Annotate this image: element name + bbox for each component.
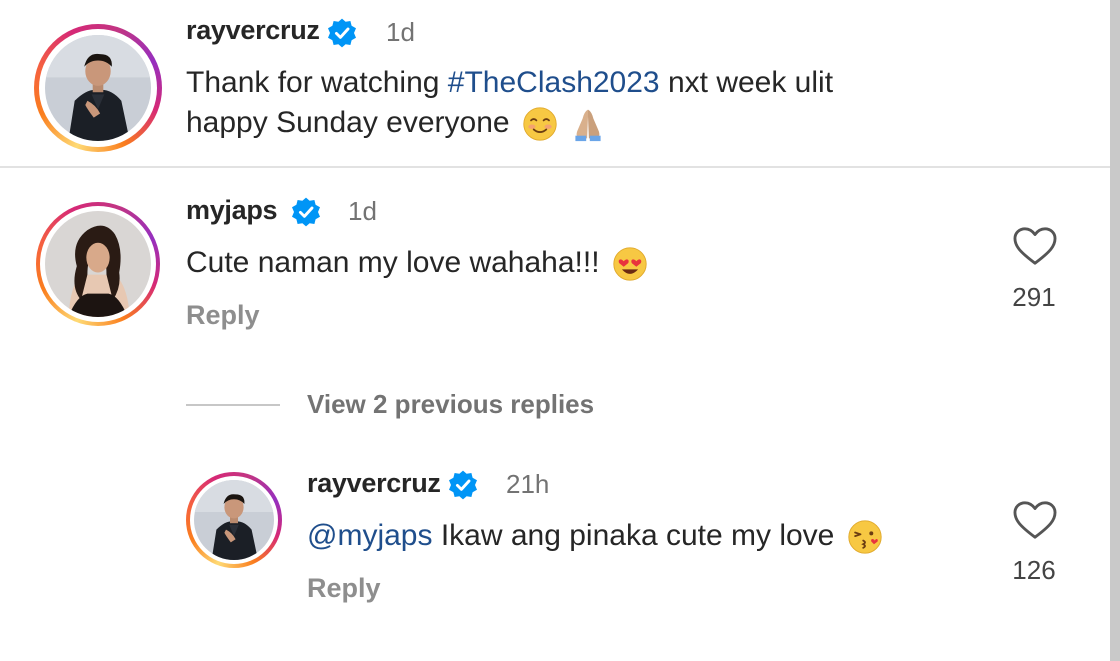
avatar[interactable] (34, 24, 162, 152)
reply-text: @myjaps Ikaw ang pinaka cute my love (307, 516, 883, 556)
comment-timestamp: 1d (348, 196, 377, 226)
hashtag-link[interactable]: #TheClash2023 (448, 66, 660, 99)
avatar[interactable] (36, 202, 160, 326)
like-heart-icon[interactable] (1012, 499, 1058, 541)
reply-timestamp: 21h (506, 469, 550, 499)
mention-link[interactable]: @myjaps (307, 519, 432, 552)
comment-text: Cute naman my love wahaha!!! (186, 243, 648, 283)
post-caption: rayvercruz 1d Thank for watching #TheCla… (0, 0, 1110, 168)
comment-text-content: Cute naman my love wahaha!!! (186, 246, 600, 279)
replies-divider (186, 404, 280, 406)
reply-button[interactable]: Reply (307, 573, 381, 604)
verified-badge-icon (328, 18, 356, 48)
heart-eyes-emoji (612, 246, 648, 282)
caption-username[interactable]: rayvercruz (186, 15, 320, 46)
reply-text-content: Ikaw ang pinaka cute my love (432, 519, 835, 552)
caption-text-line1-suffix: nxt week ulit (659, 66, 834, 99)
caption-text: Thank for watching #TheClash2023 nxt wee… (186, 63, 833, 103)
like-count: 291 (1012, 282, 1056, 312)
caption-text-line1-prefix: Thank for watching (186, 66, 448, 99)
avatar-photo-rayvercruz (45, 35, 151, 141)
folded-hands-emoji (570, 106, 606, 142)
caption-timestamp: 1d (386, 17, 415, 47)
kissing-heart-emoji (847, 519, 883, 555)
caption-text-line2-content: happy Sunday everyone (186, 106, 510, 139)
avatar-photo-myjaps (45, 211, 151, 317)
smiling-blush-emoji (522, 106, 558, 142)
reply-username[interactable]: rayvercruz (307, 468, 441, 499)
avatar-photo-rayvercruz (194, 480, 274, 560)
like-heart-icon[interactable] (1012, 225, 1058, 267)
view-previous-replies-button[interactable]: View 2 previous replies (307, 389, 594, 420)
comment-username[interactable]: myjaps (186, 195, 278, 226)
reply-button[interactable]: Reply (186, 300, 260, 331)
avatar[interactable] (186, 472, 282, 568)
verified-badge-icon (292, 197, 320, 227)
caption-text-line2: happy Sunday everyone (186, 103, 606, 143)
verified-badge-icon (449, 470, 477, 500)
like-count: 126 (1012, 555, 1056, 585)
scrollbar-track[interactable] (1110, 0, 1120, 661)
